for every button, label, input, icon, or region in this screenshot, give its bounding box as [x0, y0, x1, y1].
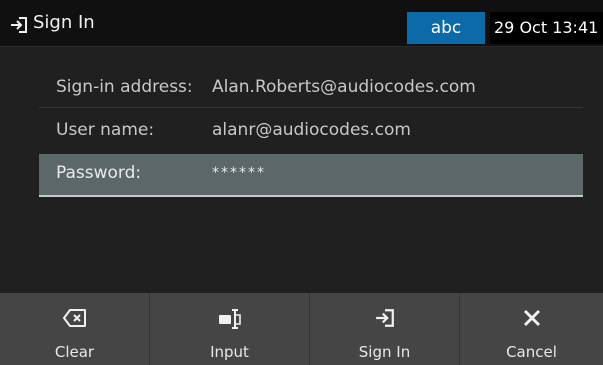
user-name-field[interactable]: User name: alanr@audiocodes.com	[39, 111, 583, 151]
clear-button[interactable]: Clear	[0, 293, 150, 365]
title-bar: Sign In abc 29 Oct 13:41	[0, 0, 603, 47]
page-title: Sign In	[33, 12, 95, 33]
cancel-button[interactable]: Cancel	[460, 293, 603, 365]
sign-in-address-label: Sign-in address:	[56, 77, 193, 97]
sign-in-icon	[375, 309, 395, 332]
input-button[interactable]: Input	[150, 293, 310, 365]
clear-label: Clear	[54, 343, 95, 361]
sign-in-address-value[interactable]: Alan.Roberts@audiocodes.com	[212, 77, 476, 97]
sign-in-address-field[interactable]: Sign-in address: Alan.Roberts@audiocodes…	[39, 68, 583, 108]
user-name-value[interactable]: alanr@audiocodes.com	[212, 120, 411, 140]
password-field[interactable]: Password: ******	[39, 154, 583, 197]
cancel-label: Cancel	[506, 343, 557, 361]
user-name-label: User name:	[56, 120, 155, 140]
softkey-bar: Clear Input Sign In Cancel	[0, 293, 603, 365]
password-label: Password:	[56, 163, 142, 183]
sign-in-icon	[10, 16, 28, 38]
close-icon	[522, 309, 542, 332]
backspace-icon	[62, 309, 87, 332]
input-label: Input	[210, 343, 249, 361]
input-mode-icon	[218, 309, 242, 334]
sign-in-label: Sign In	[358, 343, 411, 361]
datetime-display: 29 Oct 13:41	[490, 12, 603, 44]
sign-in-form: Sign-in address: Alan.Roberts@audiocodes…	[0, 47, 603, 293]
sign-in-button[interactable]: Sign In	[310, 293, 460, 365]
input-mode-badge: abc	[407, 12, 485, 44]
password-value[interactable]: ******	[212, 165, 266, 181]
